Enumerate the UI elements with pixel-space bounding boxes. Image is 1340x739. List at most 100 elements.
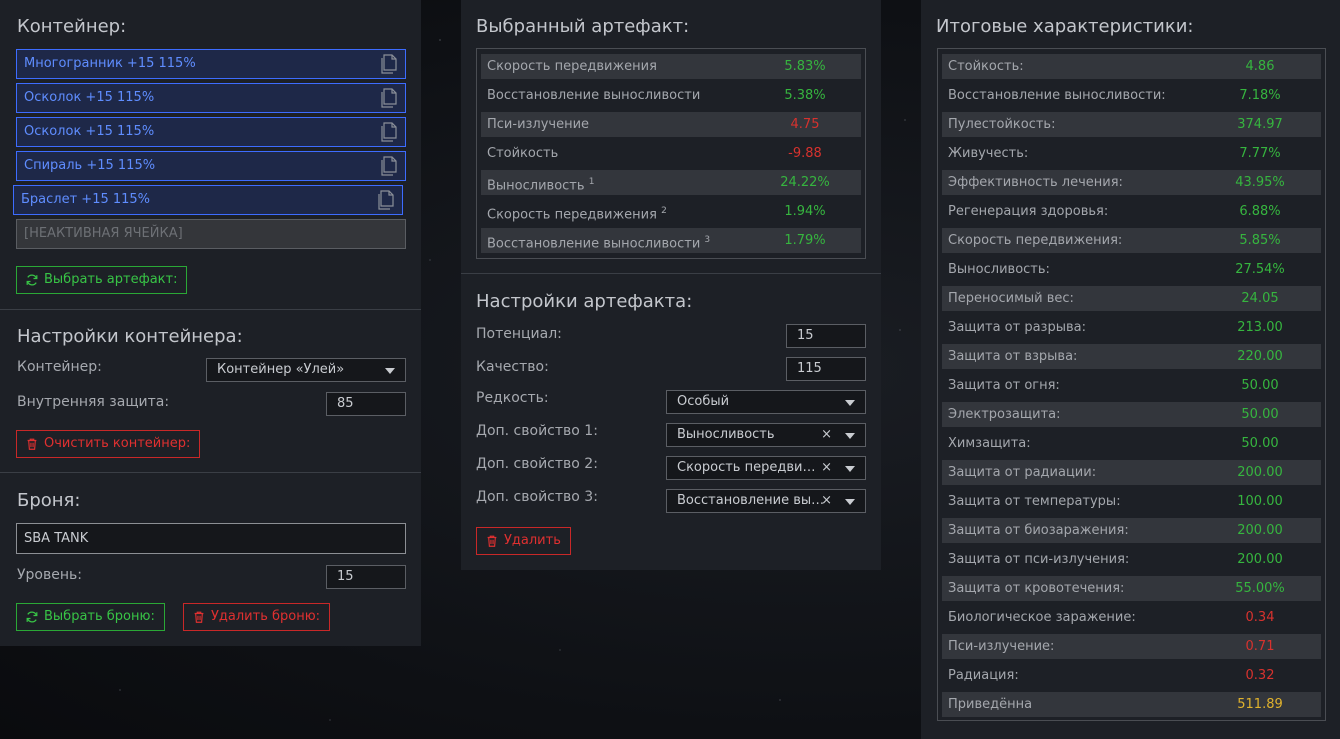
table-row: Приведённа 511.89 — [942, 692, 1321, 717]
stat-value: 4.86 — [1245, 59, 1275, 74]
artifact-slot-1[interactable]: Многогранник +15 115% — [16, 49, 406, 79]
artifact-slot-4[interactable]: Спираль +15 115% — [16, 151, 406, 181]
table-row: Электрозащита: 50.00 — [942, 402, 1321, 427]
choose-artifact-button[interactable]: Выбрать артефакт: — [16, 266, 188, 294]
stat-name: Защита от огня: — [948, 378, 1060, 393]
table-row: Восстановление выносливости: 7.18% — [942, 83, 1321, 108]
stat-value: 200.00 — [1237, 465, 1283, 480]
potential-label: Потенциал: — [476, 326, 562, 342]
extra1-select[interactable]: Выносливость × — [666, 423, 866, 447]
table-row: Защита от пси-излучения: 200.00 — [942, 547, 1321, 572]
container-label: Контейнер: — [17, 359, 102, 375]
table-row: Пси-излучение 4.75 — [481, 112, 861, 137]
trash-icon — [194, 611, 204, 623]
clear-container-label: Очистить контейнер: — [44, 436, 191, 451]
extra2-select[interactable]: Скорость передвижения × — [666, 456, 866, 480]
chevron-down-icon — [845, 466, 855, 472]
totals-panel: Итоговые характеристики: Стойкость: 4.86 В… — [921, 0, 1340, 739]
rarity-select[interactable]: Особый — [666, 390, 866, 414]
footnote-marker: 3 — [704, 235, 711, 245]
footnote-marker: 2 — [661, 206, 667, 216]
inactive-slot: [НЕАКТИВНАЯ ЯЧЕЙКА] — [16, 219, 406, 249]
choose-artifact-label: Выбрать артефакт: — [44, 272, 178, 287]
copy-icon[interactable] — [379, 156, 397, 176]
table-row: Защита от температуры: 100.00 — [942, 489, 1321, 514]
table-row: Стойкость: 4.86 — [942, 54, 1321, 79]
table-row: Восстановление выносливости 5.38% — [481, 83, 861, 108]
stat-name: Химзащита: — [948, 436, 1031, 451]
extra3-select[interactable]: Восстановление выносливости × — [666, 489, 866, 513]
stat-name: Эффективность лечения: — [948, 175, 1123, 190]
stat-name: Переносимый вес: — [948, 291, 1074, 306]
stat-name: Скорость передвижения: — [948, 233, 1123, 248]
stat-value: 213.00 — [1237, 320, 1283, 335]
copy-icon[interactable] — [379, 88, 397, 108]
stat-value: 50.00 — [1241, 378, 1279, 393]
clear-icon[interactable]: × — [821, 457, 832, 479]
clear-container-button[interactable]: Очистить контейнер: — [16, 430, 201, 458]
stat-value: 27.54% — [1235, 262, 1285, 277]
stat-value: 5.85% — [1239, 233, 1281, 248]
clear-icon[interactable]: × — [821, 424, 832, 446]
table-row: Защита от взрыва: 220.00 — [942, 344, 1321, 369]
stat-value: 50.00 — [1241, 436, 1279, 451]
stat-name: Защита от биозаражения: — [948, 523, 1129, 538]
stat-value: 24.22% — [780, 175, 830, 190]
slot-label: Осколок +15 115% — [24, 90, 155, 105]
artifact-slot-5[interactable]: Браслет +15 115% — [13, 185, 403, 215]
table-row: Переносимый вес: 24.05 — [942, 286, 1321, 311]
armor-input[interactable]: SBA TANK — [16, 523, 406, 554]
rarity-select-value: Особый — [677, 394, 730, 409]
stat-name: Защита от разрыва: — [948, 320, 1086, 335]
stat-value: 1.94% — [784, 204, 826, 219]
chevron-down-icon — [845, 433, 855, 439]
stat-name: Восстановление выносливости — [487, 88, 701, 103]
level-label: Уровень: — [17, 567, 82, 583]
totals-title: Итоговые характеристики: — [936, 16, 1194, 37]
table-row: Радиация: 0.32 — [942, 663, 1321, 688]
stat-name: Выносливость 1 — [487, 177, 595, 194]
delete-artifact-button[interactable]: Удалить — [476, 527, 571, 555]
table-row: Биологическое заражение: 0.34 — [942, 605, 1321, 630]
table-row: Скорость передвижения 2 1.94% — [481, 199, 861, 224]
stat-value: 43.95% — [1235, 175, 1285, 190]
stat-value: 0.34 — [1245, 610, 1275, 625]
stat-value: 7.77% — [1239, 146, 1281, 161]
extra2-label: Доп. свойство 2: — [476, 456, 598, 472]
artifact-slot-2[interactable]: Осколок +15 115% — [16, 83, 406, 113]
stat-value: 374.97 — [1237, 117, 1283, 132]
potential-input[interactable]: 15 — [786, 324, 866, 348]
artifact-slot-3[interactable]: Осколок +15 115% — [16, 117, 406, 147]
stat-value: 511.89 — [1237, 697, 1283, 712]
stat-value: 24.05 — [1241, 291, 1279, 306]
stat-value: 0.71 — [1245, 639, 1275, 654]
table-row: Защита от кровотечения: 55.00% — [942, 576, 1321, 601]
stat-name: Восстановление выносливости 3 — [487, 235, 711, 252]
clear-icon[interactable]: × — [821, 490, 832, 512]
container-settings-title: Настройки контейнера: — [17, 326, 243, 347]
quality-input[interactable]: 115 — [786, 357, 866, 381]
choose-armor-label: Выбрать броню: — [44, 609, 155, 624]
stat-name: Защита от радиации: — [948, 465, 1097, 480]
divider — [461, 273, 881, 274]
delete-armor-button[interactable]: Удалить броню: — [183, 603, 331, 631]
stat-name: Электрозащита: — [948, 407, 1061, 422]
copy-icon[interactable] — [376, 190, 394, 210]
stat-name: Пулестойкость: — [948, 117, 1056, 132]
copy-icon[interactable] — [379, 122, 397, 142]
stat-value: 5.83% — [784, 59, 826, 74]
stat-name: Живучесть: — [948, 146, 1029, 161]
trash-icon — [487, 535, 497, 547]
chevron-down-icon — [385, 368, 395, 374]
refresh-icon — [26, 611, 38, 623]
trash-icon — [27, 438, 37, 450]
choose-armor-button[interactable]: Выбрать броню: — [16, 603, 165, 631]
copy-icon[interactable] — [379, 54, 397, 74]
divider — [0, 309, 421, 310]
stat-name: Радиация: — [948, 668, 1019, 683]
container-select[interactable]: Контейнер «Улей» — [206, 358, 406, 382]
level-input[interactable]: 15 — [326, 565, 406, 589]
inner-protection-input[interactable]: 85 — [326, 392, 406, 416]
chevron-down-icon — [845, 400, 855, 406]
table-row: Выносливость: 27.54% — [942, 257, 1321, 282]
